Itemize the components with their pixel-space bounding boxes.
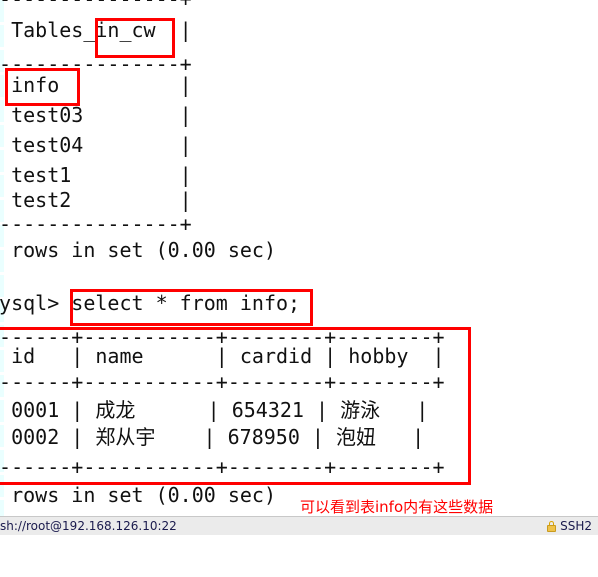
- tables-header-row: | Tables_in_cw |: [0, 18, 192, 42]
- table-row: | 0002 | 郑从宇 | 678950 | 泡妞 |: [0, 425, 425, 449]
- tables-row-test1: | test1 |: [0, 163, 192, 187]
- result-header-row: | id | name | cardid | hobby |: [0, 344, 445, 368]
- mysql-prompt-line[interactable]: mysql> select * from info;: [0, 291, 300, 316]
- tables-row-info: | info |: [0, 73, 192, 97]
- result-rowcount: 2 rows in set (0.00 sec): [0, 483, 276, 507]
- annotation-note: 可以看到表info内有这些数据: [300, 498, 494, 516]
- protocol-label: SSH2: [560, 519, 592, 533]
- connection-status-text: sh://root@192.168.126.10:22: [0, 519, 177, 533]
- tables-row-test04: | test04 |: [0, 133, 192, 157]
- tables-rowcount: 5 rows in set (0.00 sec): [0, 238, 276, 262]
- tables-border-top: +---------------+: [0, 0, 192, 12]
- tables-border-bottom: +---------------+: [0, 212, 192, 236]
- tables-row-test2: | test2 |: [0, 188, 192, 212]
- status-bar: sh://root@192.168.126.10:22 SSH2: [0, 516, 598, 535]
- protocol-status: SSH2: [547, 519, 592, 533]
- result-border-mid: +------+-----------+--------+--------+: [0, 370, 445, 394]
- terminal-output-area[interactable]: +---------------+ | Tables_in_cw | +----…: [0, 0, 598, 516]
- result-border-bottom: +------+-----------+--------+--------+: [0, 455, 445, 479]
- table-row: | 0001 | 成龙 | 654321 | 游泳 |: [0, 398, 429, 422]
- lock-icon: [547, 520, 557, 532]
- tables-row-test03: | test03 |: [0, 103, 192, 127]
